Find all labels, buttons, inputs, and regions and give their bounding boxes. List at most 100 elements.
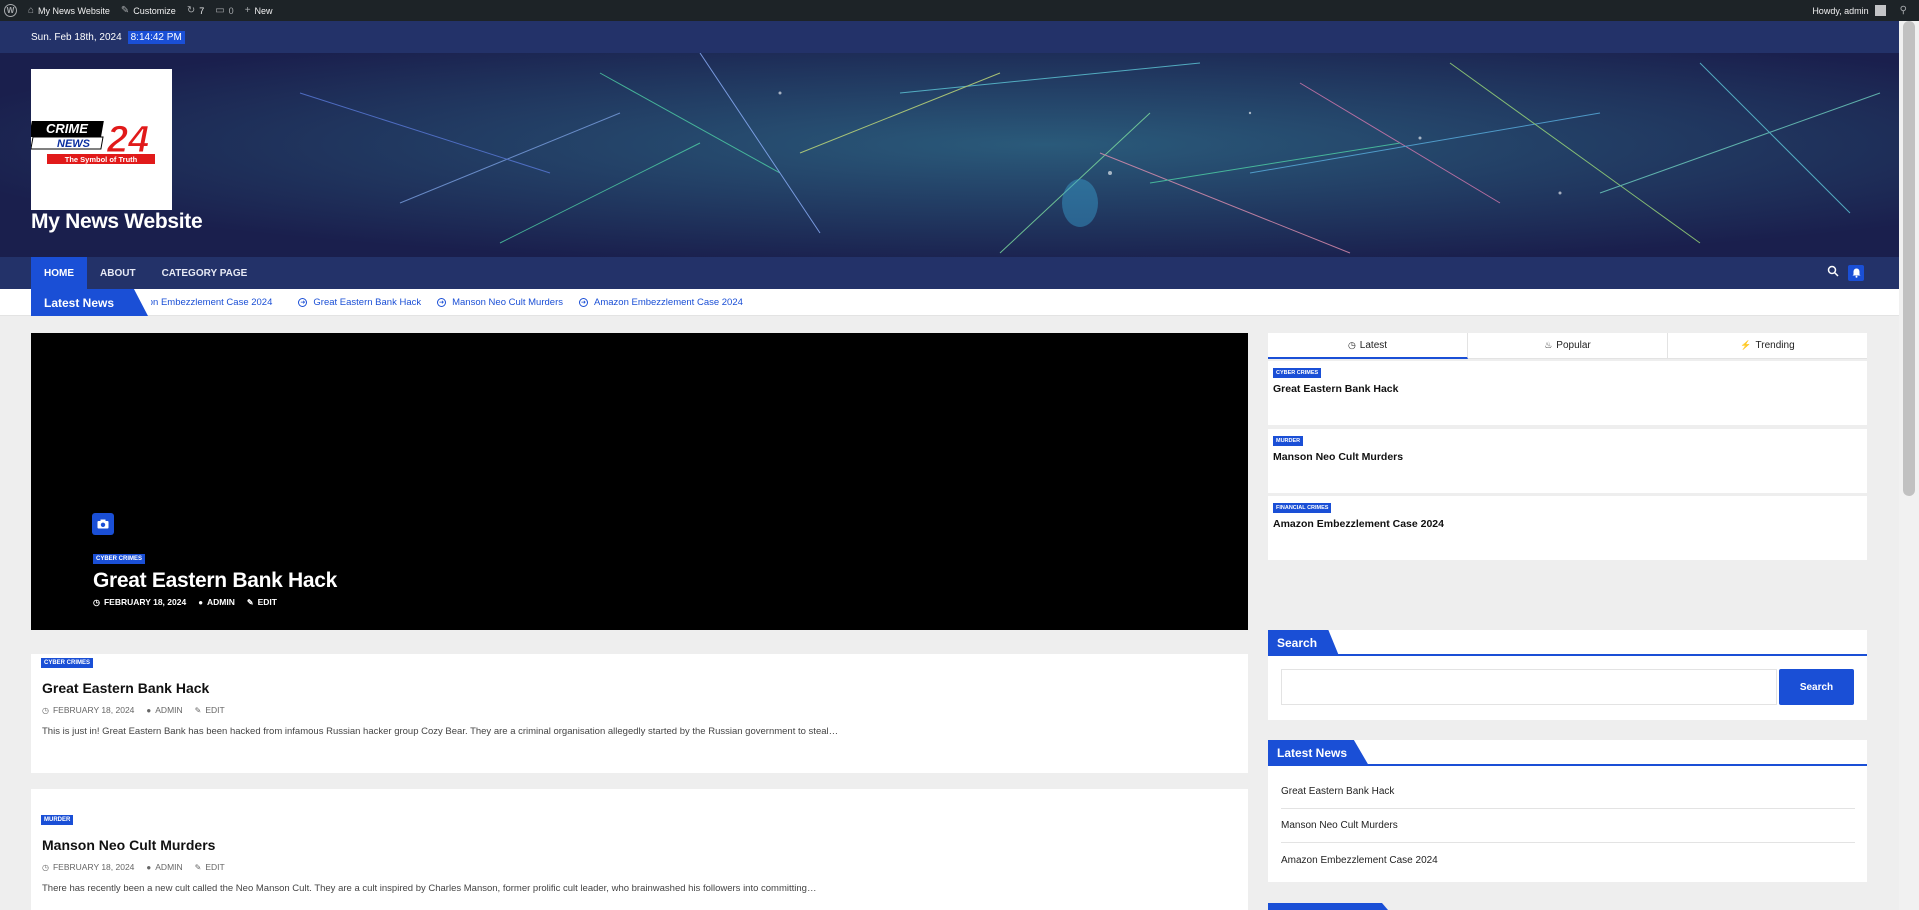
latest-news-link[interactable]: Manson Neo Cult Murders <box>1281 809 1855 843</box>
nav-about[interactable]: ABOUT <box>87 257 149 289</box>
howdy-user-link[interactable]: Howdy, admin <box>1812 6 1868 16</box>
featured-post[interactable]: CYBER CRIMES Great Eastern Bank Hack ◷ FE… <box>31 333 1248 630</box>
tab-post-title[interactable]: Manson Neo Cult Murders <box>1273 451 1403 463</box>
post-date[interactable]: ◷ FEBRUARY 18, 2024 <box>42 705 134 715</box>
search-input[interactable] <box>1281 669 1777 705</box>
updates-count: 7 <box>199 5 205 16</box>
search-widget-header: Search <box>1268 630 1867 656</box>
wordpress-logo-button[interactable]: W <box>4 4 17 17</box>
arrow-right-circle-icon: ➜ <box>579 298 588 307</box>
logo-line1: CRIME <box>46 121 88 136</box>
post-author[interactable]: ● ADMIN <box>146 705 182 715</box>
featured-title[interactable]: Great Eastern Bank Hack <box>93 569 337 593</box>
admin-search-icon[interactable]: ⚲ <box>1900 5 1907 16</box>
edit-icon: ✎ <box>194 705 202 715</box>
latest-news-widget-title: Latest News <box>1268 740 1370 766</box>
featured-category-badge[interactable]: CYBER CRIMES <box>93 554 146 564</box>
arrow-right-circle-icon: ➜ <box>437 298 447 307</box>
tab-post-item: CYBER CRIMES Great Eastern Bank Hack <box>1268 361 1867 425</box>
scrollbar-thumb[interactable] <box>1903 21 1915 496</box>
tab-latest[interactable]: ◷ Latest <box>1268 333 1468 359</box>
tab-post-category[interactable]: FINANCIAL CRIMES <box>1273 503 1332 513</box>
tab-post-category[interactable]: CYBER CRIMES <box>1273 368 1322 378</box>
ticker-item[interactable]: ➜ Manson Neo Cult Murders <box>437 297 563 308</box>
latest-news-link[interactable]: Great Eastern Bank Hack <box>1281 775 1855 809</box>
tab-post-title[interactable]: Great Eastern Bank Hack <box>1273 383 1398 395</box>
new-content-link[interactable]: + New <box>245 5 273 16</box>
post-card: CYBER CRIMES Great Eastern Bank Hack ◷ FE… <box>31 654 1248 773</box>
page-scrollbar[interactable] <box>1899 21 1919 910</box>
camera-icon <box>92 513 114 535</box>
tab-post-title[interactable]: Amazon Embezzlement Case 2024 <box>1273 518 1444 530</box>
latest-news-link[interactable]: Amazon Embezzlement Case 2024 <box>1281 843 1855 877</box>
tab-post-category[interactable]: MURDER <box>1273 436 1304 446</box>
updates-icon: ↻ <box>186 5 196 16</box>
site-logo[interactable]: CRIME NEWS 24 The Symbol of Truth <box>29 69 172 210</box>
ticker-item[interactable]: ➜ Amazon Embezzlement Case 2024 <box>579 297 743 308</box>
comments-link[interactable]: ▭ 0 <box>215 5 233 16</box>
search-widget: Search Search <box>1268 630 1867 720</box>
bell-icon[interactable] <box>1848 265 1864 281</box>
crime-news-24-logo: CRIME NEWS 24 The Symbol of Truth <box>29 119 155 164</box>
date-bar: Sun. Feb 18th, 2024 8:14:42 PM <box>0 21 1899 53</box>
nav-category-page[interactable]: CATEGORY PAGE <box>149 257 261 289</box>
post-author-label: ADMIN <box>155 705 183 715</box>
user-avatar[interactable] <box>1874 5 1886 16</box>
featured-edit-link[interactable]: ✎ EDIT <box>247 597 277 607</box>
post-edit-link[interactable]: ✎ EDIT <box>195 705 225 715</box>
tab-trending-label: Trending <box>1755 340 1795 351</box>
tab-popular[interactable]: ♨ Popular <box>1468 333 1668 359</box>
featured-date-label: FEBRUARY 18, 2024 <box>103 597 187 607</box>
nav-search-icon[interactable] <box>1827 265 1841 279</box>
tab-popular-label: Popular <box>1556 340 1591 351</box>
clock-icon: ◷ <box>42 705 49 715</box>
search-button[interactable]: Search <box>1779 669 1854 705</box>
post-category-badge[interactable]: CYBER CRIMES <box>41 658 94 668</box>
post-edit-link[interactable]: ✎ EDIT <box>195 862 225 872</box>
post-title[interactable]: Manson Neo Cult Murders <box>42 837 215 853</box>
post-excerpt: This is just in! Great Eastern Bank has … <box>42 726 839 737</box>
next-widget-header <box>1268 903 1388 910</box>
edit-icon: ✎ <box>246 597 254 607</box>
clock-icon: ◷ <box>1347 339 1356 350</box>
nav-home[interactable]: HOME <box>31 257 87 289</box>
news-ticker: Latest News zon Embezzlement Case 2024 ➜… <box>0 289 1899 316</box>
tab-post-item: MURDER Manson Neo Cult Murders <box>1268 429 1867 493</box>
user-icon: ● <box>146 862 152 872</box>
customize-link[interactable]: ✎ Customize <box>121 5 176 16</box>
user-icon: ● <box>198 597 204 607</box>
post-author-label: ADMIN <box>155 862 183 872</box>
post-author[interactable]: ● ADMIN <box>146 862 182 872</box>
home-icon: ⌂ <box>28 5 35 16</box>
header-banner <box>0 53 1899 257</box>
latest-news-widget-header: Latest News <box>1268 740 1867 766</box>
post-category-badge[interactable]: MURDER <box>41 815 74 825</box>
ticker-item-label: Manson Neo Cult Murders <box>452 297 563 308</box>
clock-icon: ◷ <box>42 862 49 872</box>
post-date-label: FEBRUARY 18, 2024 <box>52 862 135 872</box>
logo-line2: NEWS <box>57 138 91 150</box>
ticker-item[interactable]: zon Embezzlement Case 2024 <box>151 297 272 308</box>
post-date-label: FEBRUARY 18, 2024 <box>52 705 135 715</box>
ticker-item[interactable]: ➜ Great Eastern Bank Hack <box>298 297 421 308</box>
banner-background-image <box>0 53 1899 257</box>
latest-news-widget: Latest News Great Eastern Bank Hack Mans… <box>1268 740 1867 882</box>
tab-trending[interactable]: ⚡ Trending <box>1668 333 1867 359</box>
site-title[interactable]: My News Website <box>31 210 203 234</box>
comment-icon: ▭ <box>215 5 225 16</box>
updates-link[interactable]: ↻ 7 <box>187 5 204 16</box>
clock-icon: ◷ <box>93 597 100 607</box>
customize-label: Customize <box>133 5 176 16</box>
featured-date[interactable]: ◷ FEBRUARY 18, 2024 <box>93 597 186 607</box>
bolt-icon: ⚡ <box>1740 340 1752 350</box>
post-card: MURDER Manson Neo Cult Murders ◷ FEBRUARY… <box>31 789 1248 910</box>
new-label: New <box>254 5 273 16</box>
featured-edit-label: EDIT <box>257 597 277 607</box>
ticker-item-label: zon Embezzlement Case 2024 <box>151 297 273 308</box>
comments-count: 0 <box>228 5 234 16</box>
sidebar-tabs: ◷ Latest ♨ Popular ⚡ Trending <box>1268 333 1867 359</box>
post-date[interactable]: ◷ FEBRUARY 18, 2024 <box>42 862 134 872</box>
featured-author[interactable]: ● ADMIN <box>198 597 235 607</box>
admin-site-link[interactable]: ⌂ My News Website <box>28 5 110 16</box>
post-title[interactable]: Great Eastern Bank Hack <box>42 680 209 696</box>
